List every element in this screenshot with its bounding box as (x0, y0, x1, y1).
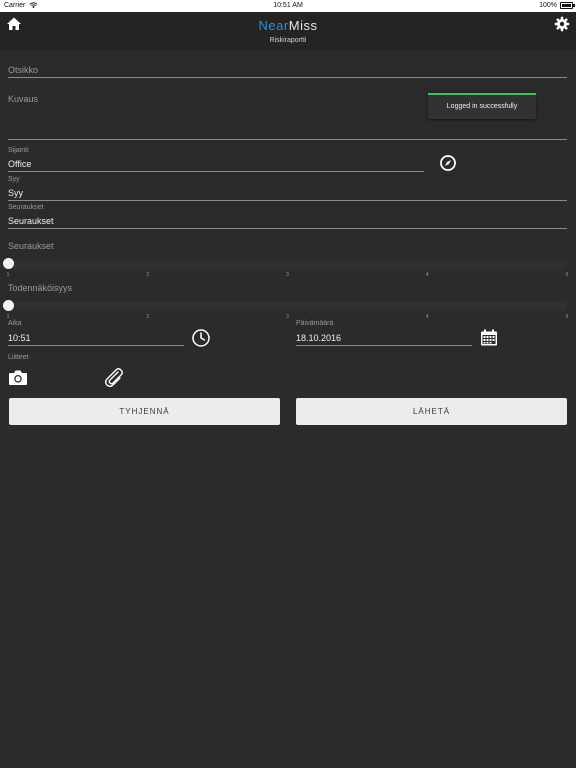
severity-tick: 4 (425, 272, 429, 278)
paperclip-icon[interactable] (103, 367, 125, 389)
probability-slider-thumb[interactable] (3, 300, 14, 311)
probability-slider-label: Todennäköisyys (8, 283, 73, 293)
cause-field[interactable]: Syy Syy (8, 176, 567, 201)
location-field[interactable]: Sijainti Office (8, 147, 424, 172)
severity-ticks: 1 2 3 4 5 (6, 272, 569, 280)
severity-tick: 2 (146, 272, 150, 278)
compass-icon[interactable] (439, 154, 457, 172)
time-field[interactable]: Aika 10:51 (8, 320, 184, 346)
brand-miss: Miss (288, 18, 318, 33)
probability-slider[interactable] (3, 300, 567, 312)
clear-button[interactable]: TYHJENNÄ (9, 398, 280, 425)
clock-time: 10:51 AM (273, 2, 303, 9)
severity-slider-label: Seuraukset (8, 241, 54, 251)
battery-fill (562, 4, 571, 7)
time-label: Aika (8, 320, 22, 327)
send-button[interactable]: LÄHETÄ (296, 398, 567, 425)
status-bar: Carrier 10:51 AM 100% (0, 0, 576, 12)
description-placeholder: Kuvaus (8, 94, 39, 104)
battery-percent: 100% (539, 2, 557, 9)
probability-tick: 3 (286, 314, 289, 320)
severity-slider-track (8, 260, 567, 269)
calendar-icon[interactable] (479, 328, 499, 348)
severity-tick: 1 (6, 272, 10, 278)
gear-icon[interactable] (554, 16, 570, 32)
camera-icon[interactable] (8, 369, 28, 386)
date-label: Päivämäärä (296, 320, 334, 327)
title-input[interactable]: Otsikko (8, 62, 567, 78)
app-brand: NearMiss (0, 18, 576, 33)
battery-icon (560, 2, 575, 9)
login-toast: Logged in successfully (428, 93, 536, 119)
location-value: Office (8, 159, 32, 169)
location-label: Sijainti (8, 147, 29, 154)
clock-icon[interactable] (191, 328, 211, 348)
nav-bar: NearMiss Riskiraportti (0, 12, 576, 50)
severity-slider[interactable] (3, 258, 567, 270)
date-field[interactable]: Päivämäärä 18.10.2016 (296, 320, 472, 346)
probability-tick: 5 (565, 314, 569, 320)
consequences-label: Seuraukset (8, 204, 44, 211)
probability-slider-track (8, 302, 567, 311)
severity-tick: 5 (565, 272, 569, 278)
cause-value: Syy (8, 188, 24, 198)
consequences-value: Seuraukset (8, 216, 54, 226)
time-value: 10:51 (8, 333, 31, 343)
toast-message: Logged in successfully (446, 103, 518, 110)
consequences-field[interactable]: Seuraukset Seuraukset (8, 204, 567, 229)
brand-near: Near (258, 18, 289, 33)
severity-slider-thumb[interactable] (3, 258, 14, 269)
severity-tick: 3 (286, 272, 289, 278)
page-subtitle: Riskiraportti (269, 37, 307, 44)
title-placeholder: Otsikko (8, 65, 39, 75)
attachments-label: Liitteet (8, 354, 29, 361)
date-value: 18.10.2016 (296, 333, 342, 343)
cause-label: Syy (8, 176, 20, 183)
